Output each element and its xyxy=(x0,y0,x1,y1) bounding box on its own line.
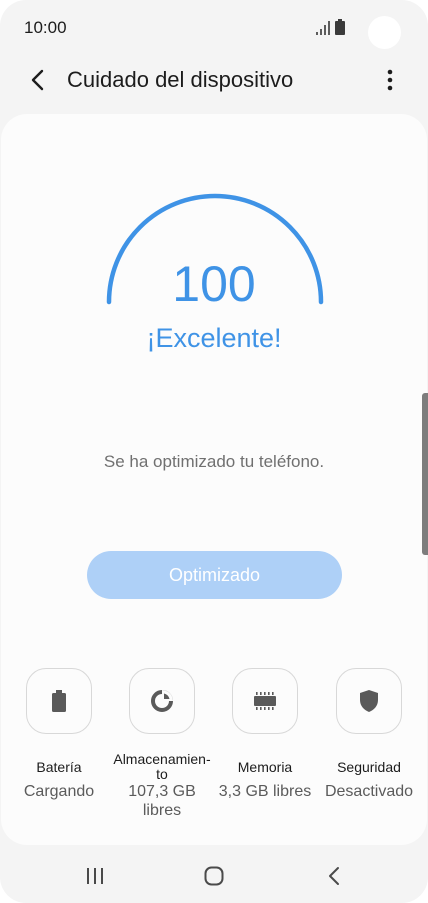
security-tile-icon-box xyxy=(336,668,402,734)
app-bar: Cuidado del dispositivo xyxy=(0,56,428,106)
score-value: 100 xyxy=(172,256,256,312)
status-time: 10:00 xyxy=(24,18,67,37)
back-button[interactable] xyxy=(24,66,52,94)
memory-value: 3,3 GB libres xyxy=(218,783,312,800)
navigation-bar xyxy=(0,850,428,903)
nav-back-button[interactable] xyxy=(319,862,349,890)
nav-back-icon xyxy=(329,867,339,885)
security-value: Desactivado xyxy=(324,783,414,800)
battery-tile-icon-box xyxy=(26,668,92,734)
storage-value: 107,3 GB libres xyxy=(128,783,196,819)
storage-tile[interactable]: Almacenamien- to 107,3 GB libres xyxy=(110,668,214,828)
camera-cutout xyxy=(368,16,401,49)
edge-panel-handle[interactable] xyxy=(422,393,428,555)
battery-label: Batería xyxy=(36,758,82,775)
care-tiles: Batería Cargando Almacenamien- to 107,3 … xyxy=(1,668,427,828)
recents-button[interactable] xyxy=(80,862,110,890)
storage-tile-icon-box xyxy=(129,668,195,734)
shield-icon xyxy=(360,690,378,712)
more-vertical-icon xyxy=(387,69,393,91)
battery-value: Cargando xyxy=(23,783,95,800)
score-status: ¡Excelente! xyxy=(146,323,282,353)
memory-label: Memoria xyxy=(237,758,293,775)
optimized-message: Se ha optimizado tu teléfono. xyxy=(103,452,325,471)
home-icon xyxy=(204,866,224,886)
battery-tile[interactable]: Batería Cargando xyxy=(7,668,111,828)
security-label: Seguridad xyxy=(337,758,401,775)
battery-icon xyxy=(52,690,66,712)
more-options-button[interactable] xyxy=(376,66,404,94)
optimize-button[interactable]: Optimizado xyxy=(87,551,342,599)
security-tile[interactable]: Seguridad Desactivado xyxy=(317,668,421,828)
memory-chip-icon xyxy=(254,692,276,710)
storage-pie-icon xyxy=(151,690,173,712)
storage-label: Almacenamien- to xyxy=(113,751,211,782)
memory-tile[interactable]: Memoria 3,3 GB libres xyxy=(213,668,317,828)
signal-icon xyxy=(316,21,330,35)
page-title: Cuidado del dispositivo xyxy=(67,67,294,92)
home-button[interactable] xyxy=(199,862,229,890)
status-bar: 10:00 xyxy=(0,0,428,56)
chevron-left-icon xyxy=(31,69,44,91)
device-screen: 10:00 Cuidado del dispositivo 100 ¡Excel… xyxy=(0,0,428,903)
recents-icon xyxy=(87,868,103,884)
device-care-card: 100 ¡Excelente! Se ha optimizado tu telé… xyxy=(1,114,427,845)
battery-status-icon xyxy=(335,19,345,35)
memory-tile-icon-box xyxy=(232,668,298,734)
